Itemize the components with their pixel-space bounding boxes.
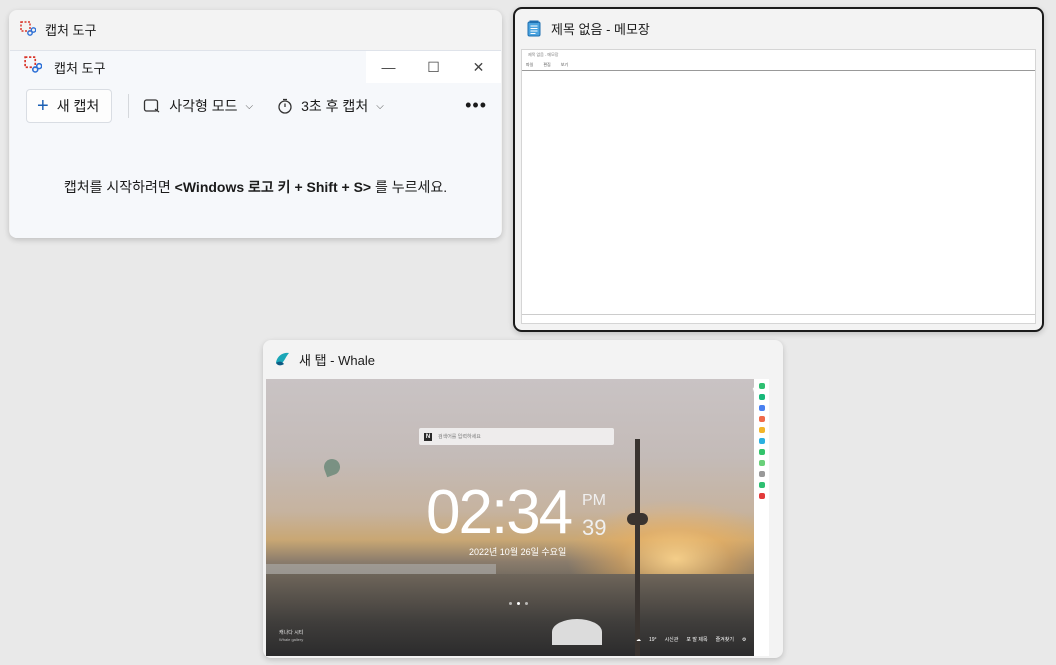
search-placeholder: 검색어를 입력하세요	[438, 434, 481, 440]
clock-time: 02:34	[426, 478, 573, 547]
task-view-title-bar: 제목 없음 - 메모장	[515, 9, 1042, 47]
bottom-bar: ☁ 19° 시신관 포 말 제목 즐겨찾기 ⚙	[636, 636, 746, 644]
snipping-tool-content: 캡처 도구 — ☐ ✕ + 새 캡처 사각형 모드 ⌵ 3초 후 캡처 ⌵ ••…	[10, 50, 501, 238]
delay-label: 3초 후 캡처	[301, 98, 369, 114]
notepad-menu-bar: 파일 편집 보기	[522, 60, 1035, 71]
clock-date: 2022년 10월 26일 수요일	[469, 547, 567, 557]
snipping-tool-window[interactable]: 캡처 도구 캡처 도구 — ☐ ✕ + 새 캡처 사각형 모드 ⌵ 3초 후 캡…	[9, 10, 502, 238]
hint-text: 캡처를 시작하려면	[63, 179, 175, 195]
page-dots[interactable]	[509, 602, 528, 605]
task-view-title-bar: 새 탭 - Whale	[263, 340, 783, 378]
capture-hint: 캡처를 시작하려면 <Windows 로고 키 + Shift + S> 를 누…	[10, 177, 501, 197]
sidebar-app-icon[interactable]	[758, 427, 765, 433]
photo-location: 캐나다 시티	[279, 630, 304, 636]
weather-icon: ☁	[636, 636, 641, 643]
sidebar-app-icon[interactable]	[758, 482, 765, 488]
bottom-item[interactable]: 시신관	[665, 636, 679, 643]
timer-icon	[278, 98, 292, 114]
snipping-tool-icon	[19, 20, 37, 38]
chevron-down-icon: ⌵	[376, 100, 384, 112]
sidebar-app-icon[interactable]	[758, 471, 765, 477]
whale-browser-window[interactable]: 새 탭 - Whale ⚙ N 검색어를 입력하세요 02:34 PM 39 2…	[263, 340, 783, 658]
toolbar-divider	[128, 94, 130, 118]
notepad-status-bar	[522, 314, 1035, 323]
notepad-preview: 제목 없음 - 메모장 파일 편집 보기	[521, 49, 1036, 324]
tower-pod	[627, 513, 648, 525]
window-title: 새 탭 - Whale	[299, 352, 375, 368]
menu-view[interactable]: 보기	[561, 62, 568, 68]
whale-sidebar	[754, 379, 769, 656]
sidebar-app-icon[interactable]	[758, 383, 765, 389]
capture-mode-dropdown[interactable]: 사각형 모드 ⌵	[143, 96, 253, 116]
sidebar-app-icon[interactable]	[758, 416, 765, 422]
bottom-item[interactable]: 포 말 제목	[686, 636, 707, 643]
hint-text-end: 를 누르세요.	[371, 179, 448, 195]
capture-mode-label: 사각형 모드	[169, 98, 238, 114]
task-view-title-bar: 캡처 도구	[9, 10, 502, 48]
menu-edit[interactable]: 편집	[543, 62, 550, 68]
sidebar-app-icon[interactable]	[758, 394, 765, 400]
bottom-item[interactable]: 즐겨찾기	[716, 636, 734, 643]
app-title-bar: 캡처 도구 — ☐ ✕	[10, 51, 501, 83]
hint-shortcut: <Windows 로고 키 + Shift + S>	[174, 179, 372, 195]
notepad-mini-title: 제목 없음 - 메모장	[528, 52, 559, 57]
notepad-window[interactable]: 제목 없음 - 메모장 제목 없음 - 메모장 파일 편집 보기	[513, 7, 1044, 332]
app-title: 캡처 도구	[54, 60, 106, 76]
new-capture-label: 새 캡처	[56, 98, 100, 114]
plus-icon: +	[37, 95, 49, 117]
chevron-down-icon: ⌵	[245, 100, 254, 112]
city-skyline	[266, 574, 769, 656]
new-capture-button[interactable]: + 새 캡처	[26, 89, 113, 123]
clock-ampm: PM	[582, 492, 606, 509]
rectangle-mode-icon	[144, 99, 160, 113]
minimize-button[interactable]: —	[366, 51, 411, 83]
sidebar-app-icon[interactable]	[758, 493, 765, 499]
stadium-dome	[552, 619, 602, 645]
settings-icon[interactable]: ⚙	[742, 637, 746, 643]
whale-new-tab-preview: ⚙ N 검색어를 입력하세요 02:34 PM 39 2022년 10월 26일…	[266, 379, 769, 656]
window-title: 캡처 도구	[45, 22, 97, 38]
notepad-icon	[525, 19, 543, 37]
more-options-icon[interactable]: •••	[465, 95, 487, 116]
close-button[interactable]: ✕	[456, 51, 501, 83]
sidebar-app-icon[interactable]	[758, 438, 765, 444]
window-title: 제목 없음 - 메모장	[551, 21, 650, 37]
maximize-button[interactable]: ☐	[411, 51, 456, 83]
sidebar-app-icon[interactable]	[758, 405, 765, 411]
snip-toolbar: + 새 캡처 사각형 모드 ⌵ 3초 후 캡처 ⌵ •••	[10, 87, 501, 125]
clock-seconds: 39	[582, 515, 607, 540]
menu-file[interactable]: 파일	[526, 62, 533, 68]
search-input[interactable]: N 검색어를 입력하세요	[419, 428, 614, 445]
sidebar-app-icon[interactable]	[758, 460, 765, 466]
naver-icon: N	[424, 432, 432, 441]
window-controls: — ☐ ✕	[366, 51, 501, 83]
snipping-tool-icon	[24, 55, 43, 79]
tower	[635, 439, 640, 656]
delay-dropdown[interactable]: 3초 후 캡처 ⌵	[277, 96, 384, 116]
photo-credit: Whale gallery	[279, 637, 304, 642]
sidebar-app-icon[interactable]	[758, 449, 765, 455]
whale-browser-icon	[273, 350, 291, 368]
weather-temp: 19°	[649, 636, 657, 643]
